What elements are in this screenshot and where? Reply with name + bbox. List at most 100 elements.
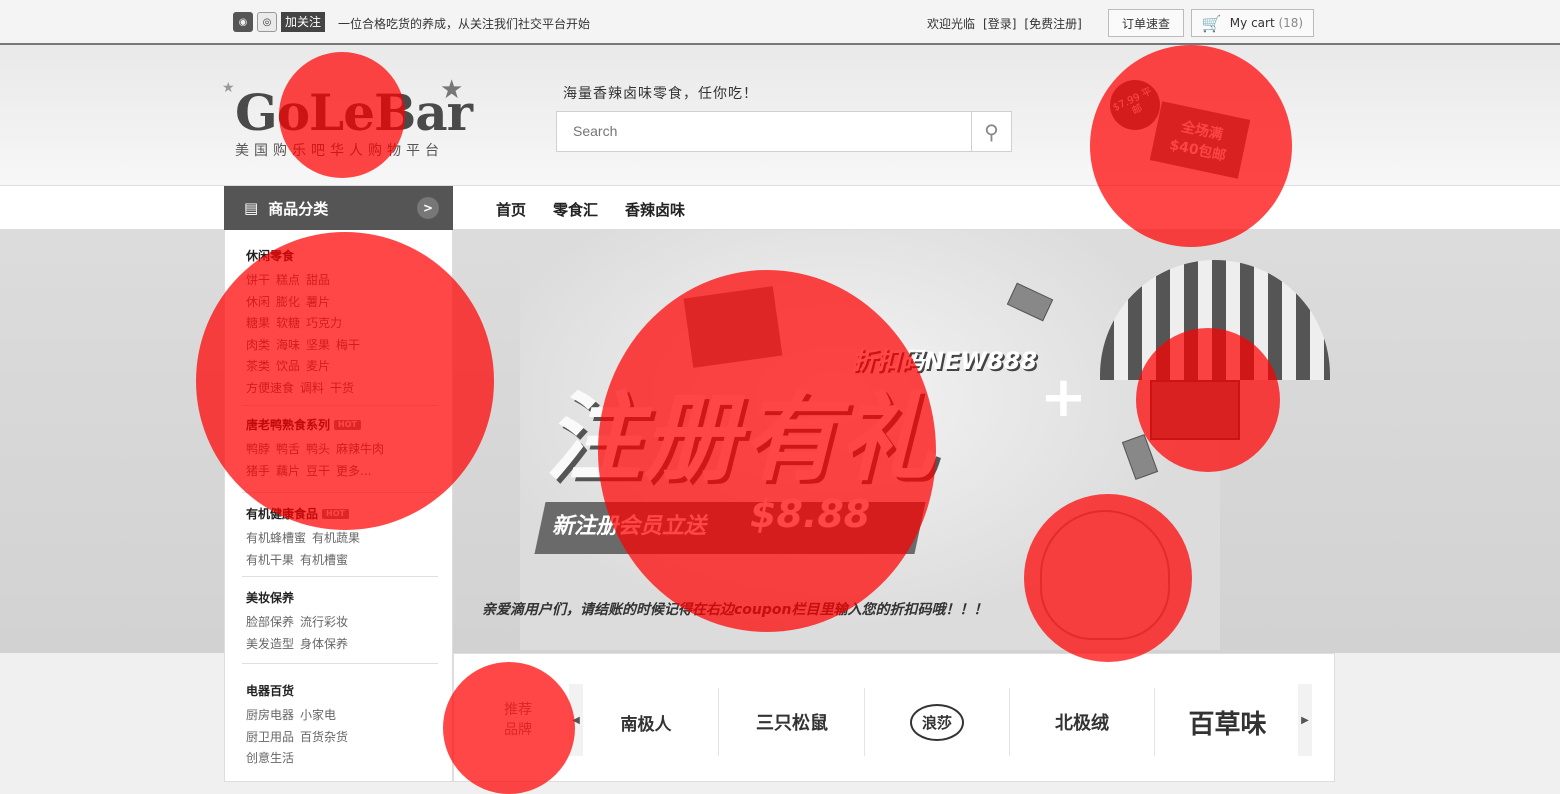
category-link[interactable]: 海味 xyxy=(276,338,300,352)
chevron-right-icon[interactable]: > xyxy=(417,197,439,219)
category-link[interactable]: 麻辣牛肉 xyxy=(336,442,384,456)
banner-subtitle: 新注册会员立送 xyxy=(552,514,707,539)
category-title-text: 有机健康食品 xyxy=(246,507,319,521)
category-row: 糖果 软糖 巧克力 xyxy=(246,313,438,335)
category-row: 肉类 海味 坚果 梅干 xyxy=(246,335,438,357)
category-link[interactable]: 鸭脖 xyxy=(246,442,270,456)
divider xyxy=(242,576,438,577)
category-link[interactable]: 厨卫用品 xyxy=(246,730,294,744)
category-link[interactable]: 糕点 xyxy=(276,273,300,287)
category-link[interactable]: 梅干 xyxy=(336,338,360,352)
register-link[interactable]: [免费注册] xyxy=(1024,15,1081,32)
nav-links: 首页 零食汇 香辣卤味 xyxy=(496,199,685,220)
category-link[interactable]: 甜品 xyxy=(306,273,330,287)
category-row: 创意生活 xyxy=(246,748,438,770)
category-link[interactable]: 藕片 xyxy=(276,464,300,478)
category-link[interactable]: 猪手 xyxy=(246,464,270,478)
category-link[interactable]: 创意生活 xyxy=(246,751,294,765)
category-title[interactable]: 唐老鸭熟食系列 HOT xyxy=(246,416,438,433)
promo-free-shipping: 全场满 $40包邮 xyxy=(1149,101,1251,179)
category-row: 脸部保养 流行彩妆 xyxy=(246,612,438,634)
search-bar: ⚲ xyxy=(556,111,1012,152)
header-slogan: 海量香辣卤味零食，任你吃！ xyxy=(563,86,758,102)
category-link[interactable]: 休闲 xyxy=(246,295,270,309)
divider xyxy=(242,663,438,664)
brands-label: 推荐品牌 xyxy=(504,702,532,738)
category-link[interactable]: 更多... xyxy=(336,464,371,478)
banner-amount: $8.88 xyxy=(750,492,871,536)
nav-home[interactable]: 首页 xyxy=(496,199,526,220)
category-link[interactable]: 有机槽蜜 xyxy=(300,553,348,567)
category-title[interactable]: 美妆保养 xyxy=(246,589,438,606)
category-link[interactable]: 百货杂货 xyxy=(300,730,348,744)
category-header[interactable]: ▤ 商品分类 > xyxy=(224,186,453,230)
shipping-promo[interactable]: $7.99 平邮 全场满 $40包邮 xyxy=(1100,70,1300,185)
category-link[interactable]: 调料 xyxy=(300,381,324,395)
category-link[interactable]: 身体保养 xyxy=(300,637,348,651)
category-row: 方便速食 调料 干货 xyxy=(246,378,438,400)
category-link[interactable]: 鸭头 xyxy=(306,442,330,456)
category-link[interactable]: 厨房电器 xyxy=(246,708,294,722)
category-title[interactable]: 有机健康食品 HOT xyxy=(246,505,438,522)
category-link[interactable]: 方便速食 xyxy=(246,381,294,395)
category-title[interactable]: 电器百货 xyxy=(246,682,438,699)
category-link[interactable]: 麦片 xyxy=(306,359,330,373)
brand-item[interactable]: 三只松鼠 xyxy=(720,688,865,756)
category-link[interactable]: 美发造型 xyxy=(246,637,294,651)
category-link[interactable]: 饮品 xyxy=(276,359,300,373)
category-link[interactable]: 茶类 xyxy=(246,359,270,373)
category-link[interactable]: 饼干 xyxy=(246,273,270,287)
category-link[interactable]: 膨化 xyxy=(276,295,300,309)
category-link[interactable]: 豆干 xyxy=(306,464,330,478)
category-group: 电器百货 厨房电器 小家电 厨卫用品 百货杂货 创意生活 xyxy=(246,682,438,770)
cart-text: My cart xyxy=(1229,16,1275,30)
category-row: 鸭脖 鸭舌 鸭头 麻辣牛肉 xyxy=(246,439,438,461)
category-title[interactable]: 休闲零食 xyxy=(246,247,438,264)
category-link[interactable]: 肉类 xyxy=(246,338,270,352)
account-links: 欢迎光临 [登录] [免费注册] xyxy=(927,15,1082,32)
top-bar: ◉ ◎ 加关注 一位合格吃货的养成，从关注我们社交平台开始 欢迎光临 [登录] … xyxy=(0,0,1560,45)
category-group: 唐老鸭熟食系列 HOT 鸭脖 鸭舌 鸭头 麻辣牛肉 猪手 藕片 豆干 更多... xyxy=(246,416,438,482)
category-link[interactable]: 有机蜂槽蜜 xyxy=(246,531,306,545)
cart-button[interactable]: 🛒 My cart (18) xyxy=(1191,9,1314,37)
category-link[interactable]: 小家电 xyxy=(300,708,336,722)
brand-item[interactable]: 百草味 xyxy=(1155,688,1300,756)
banner-headline: 注册有礼 xyxy=(545,382,937,494)
order-lookup-button[interactable]: 订单速查 xyxy=(1108,9,1184,37)
category-link[interactable]: 软糖 xyxy=(276,316,300,330)
category-link[interactable]: 鸭舌 xyxy=(276,442,300,456)
nav-snacks[interactable]: 零食汇 xyxy=(553,199,598,220)
brand-name: 南极人 xyxy=(620,714,672,735)
nav-spicy[interactable]: 香辣卤味 xyxy=(625,199,685,220)
category-link[interactable]: 流行彩妆 xyxy=(300,615,348,629)
search-input[interactable] xyxy=(557,112,967,150)
banner-note: 亲爱滴用户们，请结账的时候记得在右边coupon栏目里输入您的折扣码哦！！！ xyxy=(482,602,988,618)
category-title-text: 电器百货 xyxy=(246,684,295,698)
category-link[interactable]: 巧克力 xyxy=(306,316,342,330)
category-row: 厨卫用品 百货杂货 xyxy=(246,727,438,749)
login-link[interactable]: [登录] xyxy=(983,15,1016,32)
follow-button[interactable]: 加关注 xyxy=(281,12,326,32)
social-slogan: 一位合格吃货的养成，从关注我们社交平台开始 xyxy=(338,17,591,31)
site-logo[interactable]: GoLeBar xyxy=(235,83,473,142)
category-link[interactable]: 脸部保养 xyxy=(246,615,294,629)
wechat-icon[interactable]: ◉ xyxy=(233,12,253,32)
brand-item[interactable]: 南极人 xyxy=(574,688,719,756)
category-link[interactable]: 有机干果 xyxy=(246,553,294,567)
brand-next-button[interactable]: ▶ xyxy=(1298,684,1312,756)
hot-badge: HOT xyxy=(322,508,349,519)
featured-brands: 推荐品牌 ◀ 南极人 三只松鼠 浪莎 北极绒 百草味 ▶ xyxy=(453,653,1335,782)
category-row: 美发造型 身体保养 xyxy=(246,634,438,656)
search-button[interactable]: ⚲ xyxy=(971,112,1011,151)
brand-item[interactable]: 北极绒 xyxy=(1010,688,1155,756)
cart-label: My cart (18) xyxy=(1230,16,1303,30)
category-group: 美妆保养 脸部保养 流行彩妆 美发造型 身体保养 xyxy=(246,589,438,655)
category-link[interactable]: 干货 xyxy=(330,381,354,395)
brand-item[interactable]: 浪莎 xyxy=(865,688,1010,756)
category-row: 有机干果 有机槽蜜 xyxy=(246,550,438,572)
category-link[interactable]: 有机蔬果 xyxy=(312,531,360,545)
category-link[interactable]: 糖果 xyxy=(246,316,270,330)
weibo-icon[interactable]: ◎ xyxy=(257,12,277,32)
category-link[interactable]: 坚果 xyxy=(306,338,330,352)
category-link[interactable]: 薯片 xyxy=(306,295,330,309)
